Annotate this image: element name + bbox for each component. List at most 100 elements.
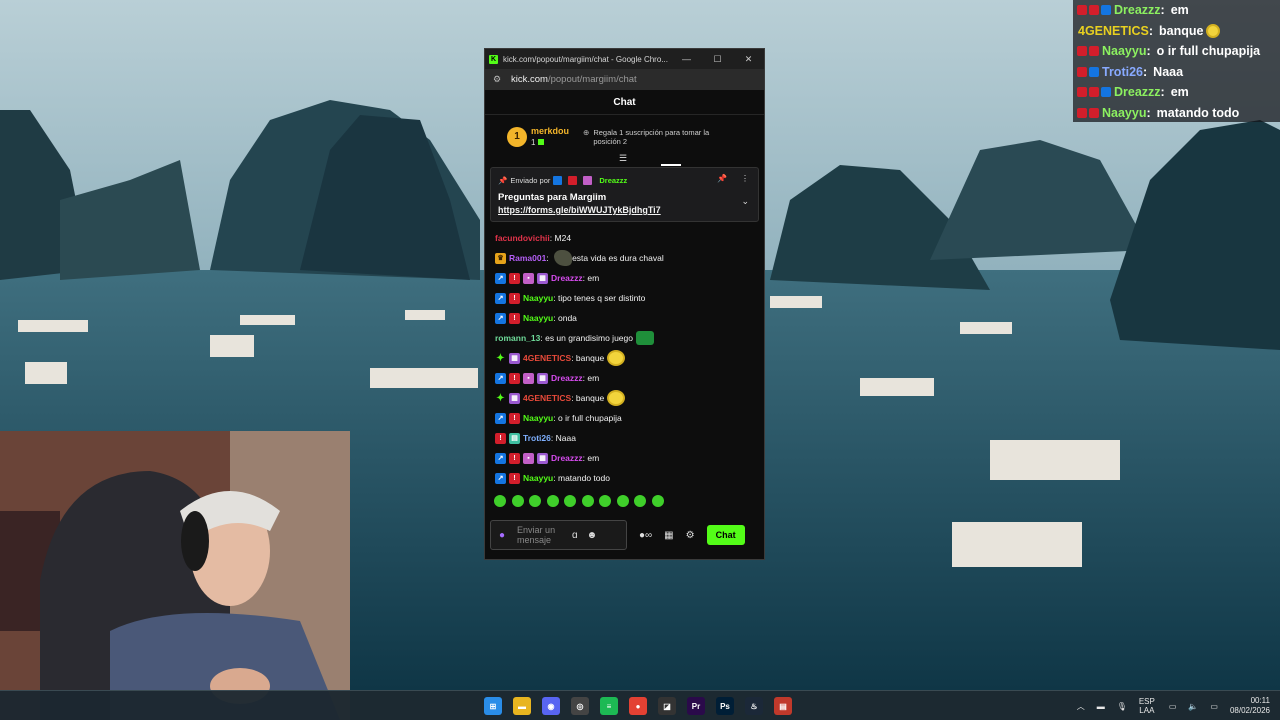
og-badge-icon[interactable]: !: [509, 472, 520, 484]
chat-message[interactable]: ↗! Naayyu: o ir full chupapija: [495, 408, 764, 428]
chat-messages[interactable]: facundovichii: M24 ♛ Rama001: esta vida es…: [485, 228, 764, 488]
address-bar[interactable]: ⚙ kick.com/popout/margiim/chat: [485, 69, 764, 90]
og-badge-icon[interactable]: !: [495, 432, 506, 444]
discord-icon[interactable]: ◉: [542, 697, 560, 715]
box-emote-icon[interactable]: [635, 331, 654, 345]
quick-emote-icon[interactable]: [651, 495, 664, 507]
microphone-tray-icon[interactable]: 🎙: [1117, 702, 1127, 711]
microphone-icon[interactable]: ●: [499, 530, 505, 541]
photoshop-icon[interactable]: Ps: [716, 697, 734, 715]
pinned-message[interactable]: 📌 Enviado por Dreazzz 📌 ⋮ Preguntas para…: [490, 167, 759, 222]
chat-input[interactable]: ● Enviar un mensaje ɑ ☻: [490, 520, 627, 550]
chat-username[interactable]: Dreazzz: [551, 373, 583, 383]
gift-badge-icon[interactable]: ▪: [523, 372, 534, 384]
quick-emote-icon[interactable]: [511, 495, 524, 507]
maximize-button[interactable]: ☐: [702, 54, 733, 65]
chat-message[interactable]: facundovichii: M24: [495, 228, 764, 248]
steam-icon[interactable]: ♨: [745, 697, 763, 715]
file-explorer-icon[interactable]: ▬: [513, 697, 531, 715]
quick-emote-icon[interactable]: [616, 495, 629, 507]
sub-badge-icon[interactable]: ▦: [509, 392, 520, 404]
og-badge-icon[interactable]: !: [509, 452, 520, 464]
kick-points-icon[interactable]: ●∞: [639, 530, 652, 541]
quick-emote-bar[interactable]: [485, 492, 764, 510]
tm-badge-icon[interactable]: ▤: [509, 432, 520, 444]
chat-username[interactable]: 4GENETICS: [523, 353, 571, 363]
collapse-icon[interactable]: ☰: [619, 153, 627, 164]
star-badge-icon[interactable]: ✦: [495, 393, 506, 404]
tray-app-icon[interactable]: ▬: [1097, 702, 1105, 711]
chat-username[interactable]: facundovichii: [495, 233, 550, 243]
chat-message[interactable]: ↗! Naayyu: onda: [495, 308, 764, 328]
chat-message[interactable]: ↗! ▪ ▦ Dreazzz: em: [495, 268, 764, 288]
chat-username[interactable]: 4GENETICS: [523, 393, 571, 403]
site-settings-icon[interactable]: ⚙: [493, 74, 505, 85]
unpin-icon[interactable]: 📌: [717, 174, 727, 183]
pinned-link[interactable]: https://forms.gle/biWWUJTykBjdhgTi7: [498, 205, 751, 215]
og-badge-icon[interactable]: !: [509, 292, 520, 304]
chat-message[interactable]: ✦ ▦ 4GENETICS: banque: [495, 388, 764, 408]
settings-icon[interactable]: ⚙: [686, 530, 695, 541]
translate-icon[interactable]: ɑ: [572, 530, 578, 541]
more-options-icon[interactable]: ⋮: [741, 174, 749, 183]
gift-badge-icon[interactable]: ▪: [523, 452, 534, 464]
og-badge-icon[interactable]: !: [509, 372, 520, 384]
steam-alt-icon[interactable]: ◪: [658, 697, 676, 715]
clock[interactable]: 00:11 08/02/2026: [1230, 696, 1270, 716]
obs-icon[interactable]: ◎: [571, 697, 589, 715]
chat-message[interactable]: romann_13: es un grandisimo juego: [495, 328, 764, 348]
chat-message[interactable]: ↗! Naayyu: matando todo: [495, 468, 764, 488]
og-badge-icon[interactable]: !: [509, 312, 520, 324]
sub-badge-icon[interactable]: ▦: [509, 352, 520, 364]
chat-message[interactable]: ↗! ▪ ▦ Dreazzz: em: [495, 448, 764, 468]
vip-badge-icon[interactable]: ↗: [495, 412, 506, 424]
chevron-up-icon[interactable]: ︿: [1077, 701, 1085, 712]
flex-emote-icon[interactable]: [554, 250, 573, 266]
sub-badge-icon[interactable]: ▦: [537, 452, 548, 464]
app-icon[interactable]: ▤: [774, 697, 792, 715]
spotify-icon[interactable]: ≡: [600, 697, 618, 715]
window-titlebar[interactable]: K kick.com/popout/margiim/chat - Google …: [485, 49, 764, 69]
vip-badge-icon[interactable]: ↗: [495, 372, 506, 384]
chat-username[interactable]: Dreazzz: [551, 453, 583, 463]
crown-badge-icon[interactable]: ♛: [495, 252, 506, 264]
battery-icon[interactable]: ▭: [1210, 702, 1218, 711]
vip-badge-icon[interactable]: ↗: [495, 272, 506, 284]
quick-emote-icon[interactable]: [634, 495, 646, 507]
quick-emote-icon[interactable]: [581, 495, 594, 507]
supporter-name[interactable]: merkdou: [531, 125, 569, 137]
chat-username[interactable]: Dreazzz: [551, 273, 583, 283]
chat-message[interactable]: ↗! Naayyu: tipo tenes q ser distinto: [495, 288, 764, 308]
language-indicator[interactable]: ESP LAA: [1139, 697, 1155, 715]
chat-message[interactable]: ✦ ▦ 4GENETICS: banque: [495, 348, 764, 368]
chat-username[interactable]: Rama001: [509, 253, 546, 263]
minimize-button[interactable]: —: [671, 54, 702, 65]
vip-badge-icon[interactable]: ↗: [495, 452, 506, 464]
gift-badge-icon[interactable]: ▪: [523, 272, 534, 284]
volume-icon[interactable]: 🔈: [1188, 702, 1198, 711]
star-badge-icon[interactable]: ✦: [495, 353, 506, 364]
pinned-by-name[interactable]: Dreazzz: [599, 176, 627, 185]
sub-badge-icon[interactable]: ▦: [537, 372, 548, 384]
chevron-down-icon[interactable]: ⌄: [741, 196, 749, 207]
face-emote-icon[interactable]: [607, 350, 626, 366]
chat-username[interactable]: Naayyu: [523, 313, 553, 323]
network-icon[interactable]: ▭: [1169, 702, 1177, 711]
emoji-icon[interactable]: ☻: [587, 530, 598, 541]
face-emote-icon[interactable]: [607, 390, 626, 406]
quick-emote-icon[interactable]: [546, 495, 559, 507]
quick-emote-icon[interactable]: [564, 495, 576, 507]
chat-message[interactable]: ! ▤ Troti26: Naaa: [495, 428, 764, 448]
quick-emote-icon[interactable]: [494, 495, 506, 507]
vip-badge-icon[interactable]: ↗: [495, 292, 506, 304]
send-chat-button[interactable]: Chat: [706, 525, 745, 545]
gift-subscription-prompt[interactable]: ⊕ Regala 1 suscripción para tomar la pos…: [583, 128, 731, 146]
chat-username[interactable]: Naayyu: [523, 473, 553, 483]
quick-emote-icon[interactable]: [529, 495, 541, 507]
chat-username[interactable]: Troti26: [523, 433, 551, 443]
og-badge-icon[interactable]: !: [509, 412, 520, 424]
chat-username[interactable]: romann_13: [495, 333, 540, 343]
sub-badge-icon[interactable]: ▦: [537, 272, 548, 284]
quick-emote-icon[interactable]: [599, 495, 611, 507]
vip-badge-icon[interactable]: ↗: [495, 312, 506, 324]
